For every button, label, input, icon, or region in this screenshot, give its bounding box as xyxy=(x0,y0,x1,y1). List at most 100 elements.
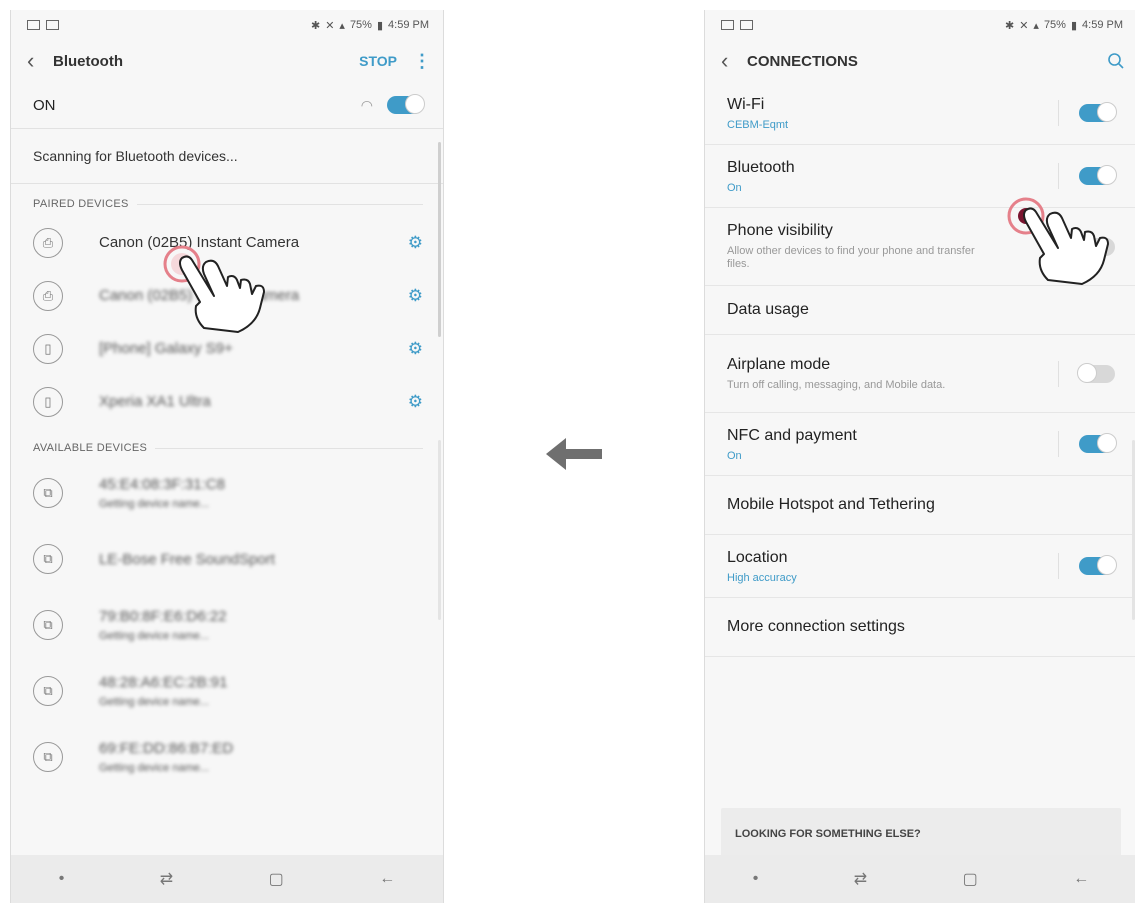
navigation-bar: • ⇄ ▢ ← xyxy=(705,855,1135,903)
connection-row-location[interactable]: Location High accuracy xyxy=(705,535,1135,598)
bluetooth-master-toggle-row[interactable]: ON ◠ xyxy=(11,82,443,129)
connection-row-airplane-mode[interactable]: Airplane mode Turn off calling, messaging… xyxy=(705,335,1135,413)
scanning-spinner-icon: ◠ xyxy=(360,96,373,113)
available-devices-list: ⧉ 45:E4:08:3F:31:C8 Getting device name...… xyxy=(11,460,443,790)
bluetooth-toggle[interactable] xyxy=(387,94,425,114)
available-device-row[interactable]: ⧉ 48:28:A6:EC:2B:91 Getting device name... xyxy=(11,658,443,724)
row-text: Data usage xyxy=(727,301,1115,319)
toggle-switch[interactable] xyxy=(1079,165,1117,185)
row-text: NFC and payment On xyxy=(727,427,1058,462)
row-title: More connection settings xyxy=(727,618,905,635)
status-bar: ✱ ✕ ▴ 75% ▮ 4:59 PM xyxy=(705,10,1135,40)
device-text: [Phone] Galaxy S9+ xyxy=(99,340,408,357)
connection-row-nfc-and-payment[interactable]: NFC and payment On xyxy=(705,413,1135,476)
left-arrow-icon xyxy=(546,438,602,470)
paired-device-row[interactable]: ⎙ Canon (02B5) Instant Camera ⚙ xyxy=(11,269,443,322)
device-text: Canon (02B5) Instant Camera xyxy=(99,234,408,251)
toggle-switch[interactable] xyxy=(1077,362,1115,383)
available-device-row[interactable]: ⧉ 69:FE:DD:86:B7:ED Getting device name... xyxy=(11,724,443,790)
available-device-row[interactable]: ⧉ 45:E4:08:3F:31:C8 Getting device name... xyxy=(11,460,443,526)
devices-icon: ⧉ xyxy=(33,676,63,706)
row-title: Mobile Hotspot and Tethering xyxy=(727,496,935,513)
battery-icon: ▮ xyxy=(376,19,384,32)
device-name: 69:FE:DD:86:B7:ED xyxy=(99,740,234,757)
row-text: Mobile Hotspot and Tethering xyxy=(727,496,1115,514)
device-status: Getting device name... xyxy=(99,498,210,510)
connection-row-data-usage[interactable]: Data usage xyxy=(705,286,1135,335)
toggle-switch[interactable] xyxy=(1079,555,1117,575)
recent-apps-icon[interactable]: ⇄ xyxy=(160,869,173,889)
row-title: Phone visibility xyxy=(727,222,833,239)
printer-icon: ⎙ xyxy=(33,280,63,311)
device-text: LE-Bose Free SoundSport xyxy=(99,551,423,568)
recent-apps-icon[interactable]: ⇄ xyxy=(854,869,867,889)
bluetooth-status-icon: ✱ xyxy=(1004,19,1015,32)
row-divider xyxy=(1058,233,1059,260)
connection-row-mobile-hotspot-and-tethering[interactable]: Mobile Hotspot and Tethering xyxy=(705,476,1135,535)
stop-scan-button[interactable]: STOP xyxy=(359,53,397,69)
clock: 4:59 PM xyxy=(1082,19,1123,31)
connection-row-bluetooth[interactable]: Bluetooth On xyxy=(705,145,1135,208)
row-text: More connection settings xyxy=(727,618,1115,636)
signal-icon: ▴ xyxy=(1033,19,1039,32)
available-devices-header: AVAILABLE DEVICES xyxy=(11,428,443,460)
home-icon[interactable]: ▢ xyxy=(963,869,978,889)
on-label: ON xyxy=(33,96,56,114)
signal-icon: ▴ xyxy=(339,19,345,32)
back-icon[interactable]: ‹ xyxy=(27,50,53,72)
paired-devices-list: ⎙ Canon (02B5) Instant Camera ⚙ ⎙ Canon (02B… xyxy=(11,216,443,428)
row-text: Phone visibility Allow other devices to f… xyxy=(727,222,1058,271)
connection-row-more-connection-settings[interactable]: More connection settings xyxy=(705,598,1135,657)
paired-device-row[interactable]: ⎙ Canon (02B5) Instant Camera ⚙ xyxy=(11,216,443,269)
device-name: Canon (02B5) Instant Camera xyxy=(99,287,300,304)
dot-icon: • xyxy=(752,870,759,887)
device-name: 48:28:A6:EC:2B:91 xyxy=(99,674,228,691)
gear-icon[interactable]: ⚙ xyxy=(408,339,423,359)
image-notification-icon xyxy=(721,20,734,30)
bluetooth-status-icon: ✱ xyxy=(310,19,321,32)
connections-list: Wi-Fi CEBM-Eqmt Bluetooth On Phone visibilit… xyxy=(705,82,1135,657)
row-subtitle: Allow other devices to find your phone a… xyxy=(727,245,975,270)
row-title: NFC and payment xyxy=(727,426,857,444)
page-title: CONNECTIONS xyxy=(747,52,858,70)
home-icon[interactable]: ▢ xyxy=(269,869,284,889)
device-status: Getting device name... xyxy=(99,630,210,642)
available-device-row[interactable]: ⧉ LE-Bose Free SoundSport xyxy=(11,526,443,592)
scrollbar-track xyxy=(438,440,441,620)
gear-icon[interactable]: ⚙ xyxy=(408,286,423,306)
available-device-row[interactable]: ⧉ 79:B0:8F:E6:D6:22 Getting device name... xyxy=(11,592,443,658)
device-name: Canon (02B5) Instant Camera xyxy=(99,234,300,251)
connection-row-wi-fi[interactable]: Wi-Fi CEBM-Eqmt xyxy=(705,82,1135,145)
scrollbar[interactable] xyxy=(438,142,441,337)
gear-icon[interactable]: ⚙ xyxy=(408,392,423,412)
row-divider xyxy=(1058,431,1059,457)
toggle-switch[interactable] xyxy=(1077,235,1115,256)
device-text: Xperia XA1 Ultra xyxy=(99,393,408,410)
device-name: [Phone] Galaxy S9+ xyxy=(99,340,233,357)
nav-back-icon[interactable]: ← xyxy=(379,870,395,888)
more-options-icon[interactable]: ⋮ xyxy=(413,51,431,72)
paired-device-row[interactable]: ▯ Xperia XA1 Ultra ⚙ xyxy=(11,375,443,428)
row-text: Airplane mode Turn off calling, messaging… xyxy=(727,356,1058,392)
toggle-switch[interactable] xyxy=(1079,102,1117,122)
row-title: Data usage xyxy=(727,301,809,318)
notification-icon xyxy=(46,20,59,30)
phone-icon: ▯ xyxy=(33,333,63,364)
nav-back-icon[interactable]: ← xyxy=(1073,870,1089,888)
devices-icon: ⧉ xyxy=(33,544,63,574)
status-bar: ✱ ✕ ▴ 75% ▮ 4:59 PM xyxy=(11,10,443,40)
devices-icon: ⧉ xyxy=(33,478,63,508)
gear-icon[interactable]: ⚙ xyxy=(408,233,423,253)
mute-icon: ✕ xyxy=(1019,19,1029,32)
paired-device-row[interactable]: ▯ [Phone] Galaxy S9+ ⚙ xyxy=(11,322,443,375)
device-name: Xperia XA1 Ultra xyxy=(99,393,211,410)
toggle-switch[interactable] xyxy=(1079,433,1117,453)
device-text: 45:E4:08:3F:31:C8 Getting device name... xyxy=(99,476,423,510)
notification-icon xyxy=(740,20,753,30)
connection-row-phone-visibility[interactable]: Phone visibility Allow other devices to f… xyxy=(705,208,1135,286)
back-icon[interactable]: ‹ xyxy=(721,50,747,72)
dot-icon: • xyxy=(58,870,65,887)
search-icon[interactable] xyxy=(1107,52,1125,70)
row-text: Bluetooth On xyxy=(727,159,1058,194)
row-text: Wi-Fi CEBM-Eqmt xyxy=(727,96,1058,131)
